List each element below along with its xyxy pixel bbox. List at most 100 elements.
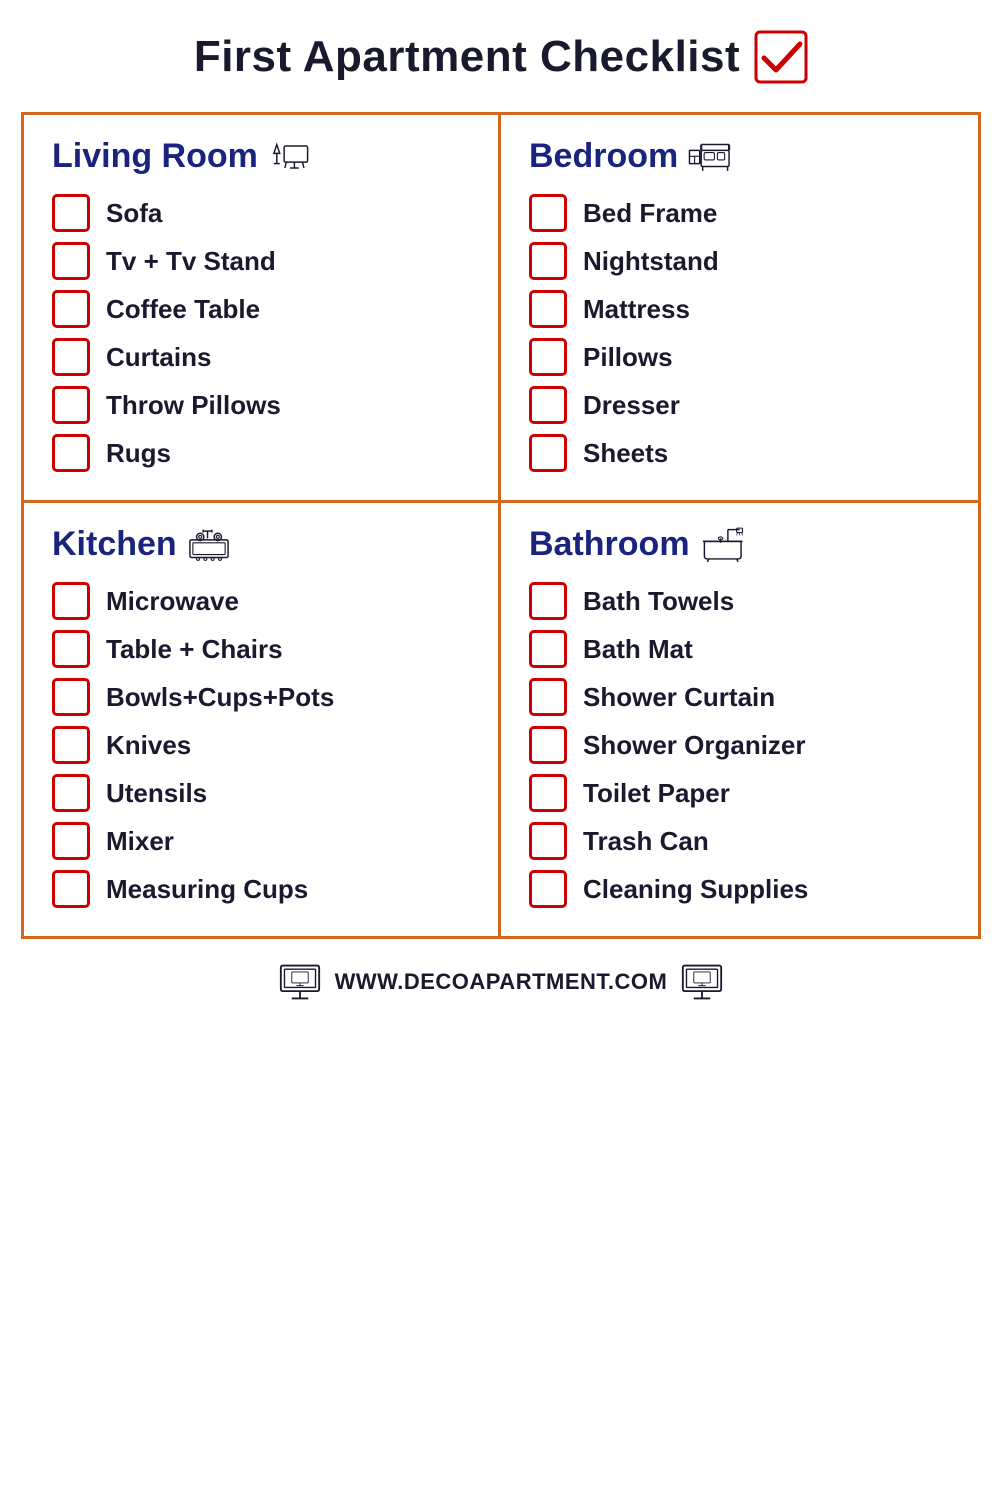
item-label: Trash Can [583, 826, 709, 857]
living-room-icon [268, 138, 312, 176]
checkbox-shower-curtain[interactable] [529, 678, 567, 716]
checkbox-sofa[interactable] [52, 194, 90, 232]
list-item: Sheets [529, 434, 958, 472]
item-label: Measuring Cups [106, 874, 308, 905]
list-item: Sofa [52, 194, 478, 232]
item-label: Pillows [583, 342, 673, 373]
kitchen-list: Microwave Table + Chairs Bowls+Cups+Pots… [52, 582, 478, 908]
checkbox-bath-mat[interactable] [529, 630, 567, 668]
checkbox-mattress[interactable] [529, 290, 567, 328]
checkbox-curtains[interactable] [52, 338, 90, 376]
item-label: Rugs [106, 438, 171, 469]
list-item: Utensils [52, 774, 478, 812]
title-row: First Apartment Checklist [194, 30, 808, 84]
checkbox-mixer[interactable] [52, 822, 90, 860]
checkmark-icon [754, 30, 808, 84]
item-label: Toilet Paper [583, 778, 730, 809]
checkbox-throw-pillows[interactable] [52, 386, 90, 424]
item-label: Table + Chairs [106, 634, 283, 665]
checkbox-shower-organizer[interactable] [529, 726, 567, 764]
item-label: Utensils [106, 778, 207, 809]
bathroom-icon [700, 526, 744, 564]
footer-monitor-right-icon [681, 963, 723, 1001]
item-label: Bath Mat [583, 634, 693, 665]
list-item: Bath Mat [529, 630, 958, 668]
item-label: Sofa [106, 198, 162, 229]
living-room-section: Living Room [24, 115, 501, 503]
kitchen-section: Kitchen [24, 503, 501, 936]
living-room-title: Living Room [52, 137, 258, 176]
list-item: Knives [52, 726, 478, 764]
kitchen-header: Kitchen [52, 525, 478, 564]
list-item: Bed Frame [529, 194, 958, 232]
item-label: Microwave [106, 586, 239, 617]
item-label: Dresser [583, 390, 680, 421]
list-item: Toilet Paper [529, 774, 958, 812]
page-title: First Apartment Checklist [194, 32, 740, 82]
item-label: Shower Organizer [583, 730, 806, 761]
list-item: Trash Can [529, 822, 958, 860]
list-item: Nightstand [529, 242, 958, 280]
item-label: Curtains [106, 342, 211, 373]
item-label: Nightstand [583, 246, 719, 277]
list-item: Bath Towels [529, 582, 958, 620]
item-label: Bath Towels [583, 586, 734, 617]
bathroom-list: Bath Towels Bath Mat Shower Curtain Show… [529, 582, 958, 908]
bedroom-icon [688, 138, 732, 176]
checkbox-nightstand[interactable] [529, 242, 567, 280]
checkbox-dresser[interactable] [529, 386, 567, 424]
list-item: Measuring Cups [52, 870, 478, 908]
checkbox-bath-towels[interactable] [529, 582, 567, 620]
checkbox-tv[interactable] [52, 242, 90, 280]
living-room-header: Living Room [52, 137, 478, 176]
list-item: Mixer [52, 822, 478, 860]
bedroom-title: Bedroom [529, 137, 678, 176]
kitchen-title: Kitchen [52, 525, 177, 564]
checkbox-bowls[interactable] [52, 678, 90, 716]
list-item: Mattress [529, 290, 958, 328]
checkbox-rugs[interactable] [52, 434, 90, 472]
checkbox-table-chairs[interactable] [52, 630, 90, 668]
item-label: Throw Pillows [106, 390, 281, 421]
checklist-grid: Living Room [21, 112, 981, 939]
item-label: Knives [106, 730, 191, 761]
checkbox-microwave[interactable] [52, 582, 90, 620]
item-label: Mixer [106, 826, 174, 857]
bathroom-header: Bathroom [529, 525, 958, 564]
list-item: Bowls+Cups+Pots [52, 678, 478, 716]
checkbox-utensils[interactable] [52, 774, 90, 812]
item-label: Mattress [583, 294, 690, 325]
list-item: Coffee Table [52, 290, 478, 328]
item-label: Coffee Table [106, 294, 260, 325]
checkbox-toilet-paper[interactable] [529, 774, 567, 812]
checkbox-cleaning-supplies[interactable] [529, 870, 567, 908]
living-room-list: Sofa Tv + Tv Stand Coffee Table Curtains… [52, 194, 478, 472]
list-item: Pillows [529, 338, 958, 376]
checkbox-bed-frame[interactable] [529, 194, 567, 232]
checkbox-knives[interactable] [52, 726, 90, 764]
bedroom-list: Bed Frame Nightstand Mattress Pillows Dr… [529, 194, 958, 472]
list-item: Shower Organizer [529, 726, 958, 764]
checkbox-coffee-table[interactable] [52, 290, 90, 328]
checkbox-sheets[interactable] [529, 434, 567, 472]
list-item: Dresser [529, 386, 958, 424]
list-item: Rugs [52, 434, 478, 472]
checkbox-trash-can[interactable] [529, 822, 567, 860]
checkbox-pillows[interactable] [529, 338, 567, 376]
item-label: Bed Frame [583, 198, 717, 229]
list-item: Microwave [52, 582, 478, 620]
item-label: Sheets [583, 438, 668, 469]
list-item: Tv + Tv Stand [52, 242, 478, 280]
list-item: Table + Chairs [52, 630, 478, 668]
footer: WWW.DECOAPARTMENT.COM [279, 963, 724, 1001]
item-label: Bowls+Cups+Pots [106, 682, 334, 713]
page: First Apartment Checklist Living Room [0, 0, 1002, 1501]
bedroom-section: Bedroom [501, 115, 978, 503]
bathroom-title: Bathroom [529, 525, 690, 564]
footer-monitor-left-icon [279, 963, 321, 1001]
item-label: Cleaning Supplies [583, 874, 808, 905]
list-item: Cleaning Supplies [529, 870, 958, 908]
list-item: Curtains [52, 338, 478, 376]
checkbox-measuring-cups[interactable] [52, 870, 90, 908]
kitchen-icon [187, 526, 231, 564]
